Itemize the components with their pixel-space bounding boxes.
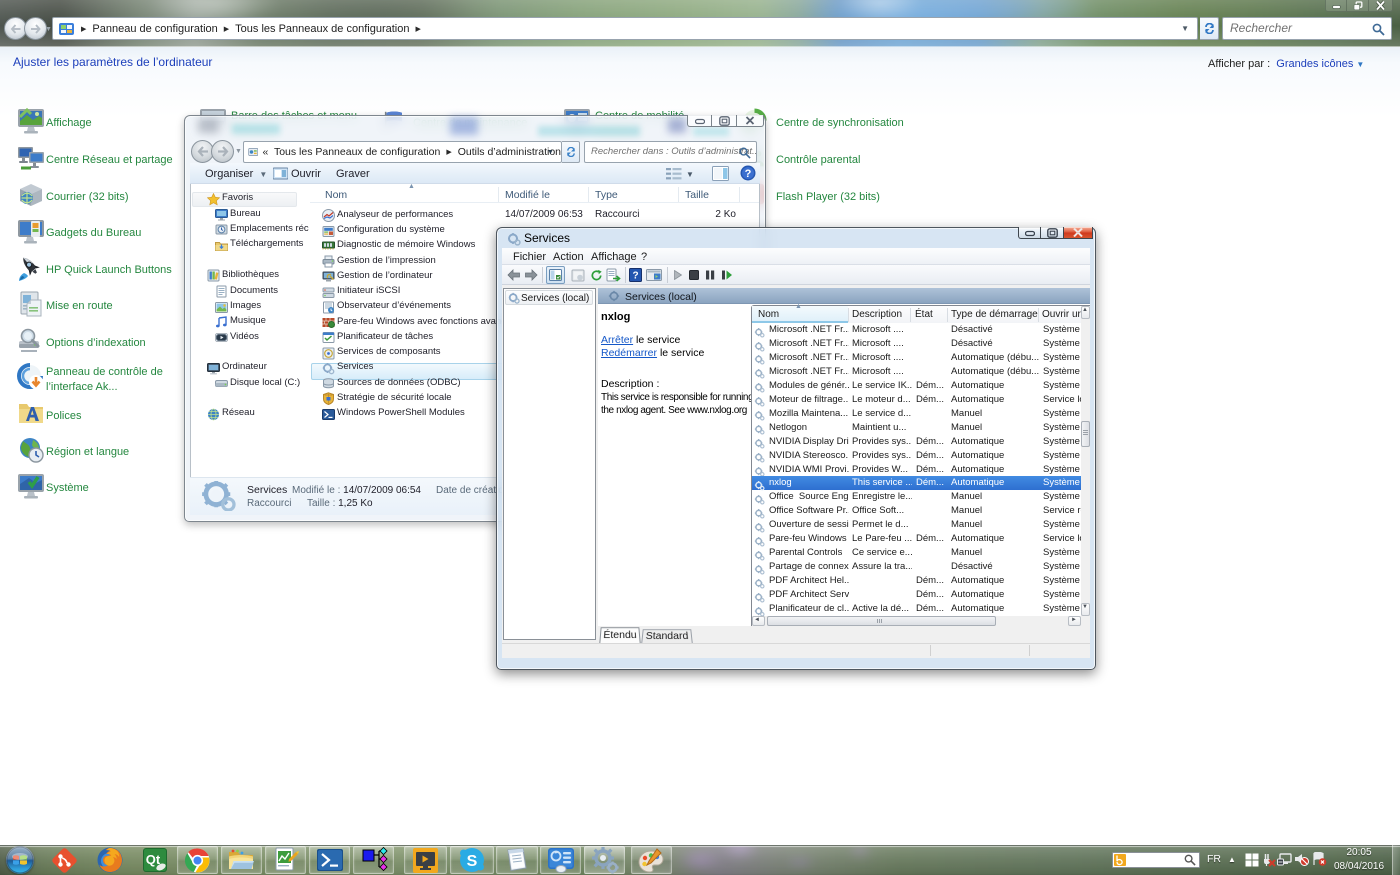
svg-text:?: ? xyxy=(632,271,638,282)
svg-text:?: ? xyxy=(745,168,752,180)
svg-text:S: S xyxy=(467,853,478,870)
svg-text:Qt: Qt xyxy=(146,852,161,867)
